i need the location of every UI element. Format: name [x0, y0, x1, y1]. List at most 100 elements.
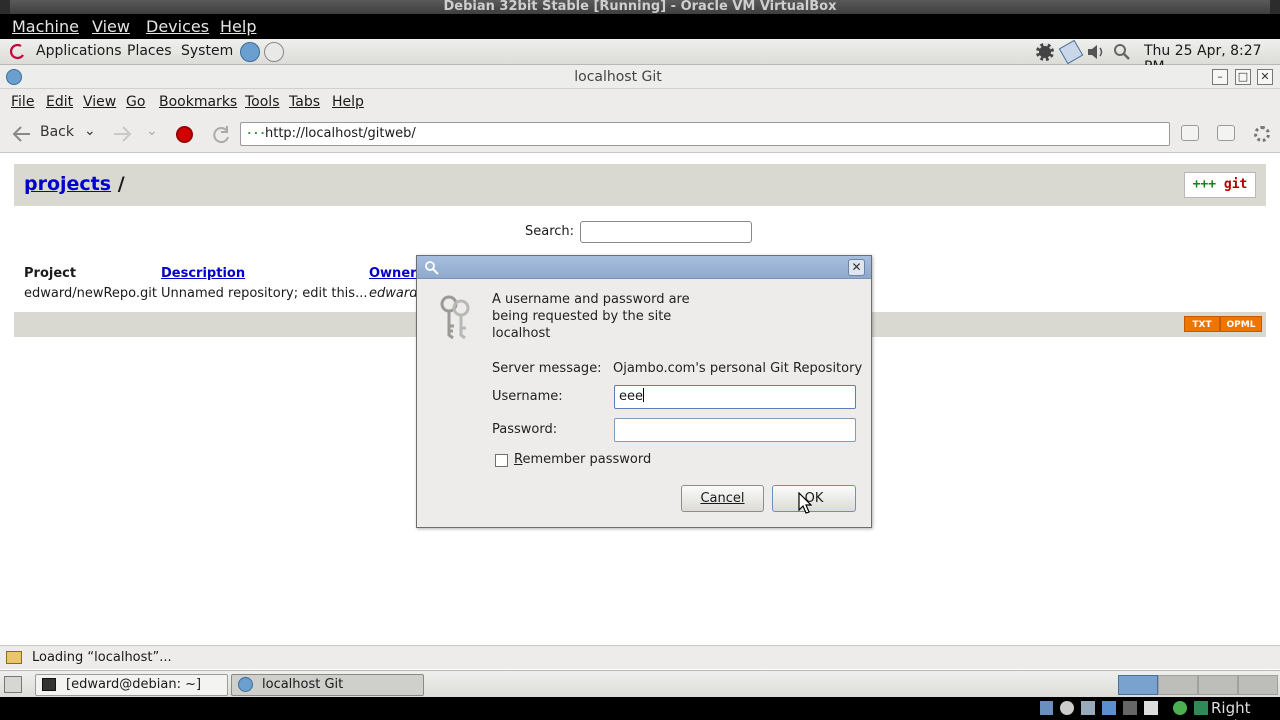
mouse-cursor-icon	[798, 492, 812, 514]
auth-dialog: ✕ A username and password are being requ…	[416, 255, 872, 528]
vbox-window-title: Debian 32bit Stable [Running] - Oracle V…	[0, 0, 1280, 14]
virtualization-icon[interactable]	[1173, 701, 1187, 715]
optical-drive-icon[interactable]	[1060, 701, 1074, 715]
project-description-cell[interactable]: Unnamed repository; edit this...	[161, 286, 367, 301]
browser-menubar: File Edit View Go Bookmarks Tools Tabs H…	[0, 89, 1280, 115]
project-name-cell[interactable]: edward/newRepo.git	[24, 286, 157, 301]
gitweb-header: projects / +++ git	[14, 164, 1266, 206]
username-label: Username:	[492, 389, 563, 404]
applications-menu[interactable]: Applications	[36, 43, 122, 59]
show-desktop-icon[interactable]	[4, 676, 22, 693]
task-browser[interactable]: localhost Git	[231, 674, 424, 696]
system-menu[interactable]: System	[181, 43, 233, 59]
vbox-menu-help[interactable]: Help	[220, 17, 256, 36]
debian-logo-icon	[9, 43, 24, 60]
url-input[interactable]: ··· http://localhost/gitweb/	[240, 122, 1170, 146]
places-menu[interactable]: Places	[127, 43, 172, 59]
task-terminal-label: [edward@debian: ~]	[66, 677, 202, 692]
column-header-owner[interactable]: Owner	[369, 266, 417, 281]
git-logo[interactable]: +++ git	[1184, 172, 1256, 198]
bookmark-page-icon[interactable]	[1181, 125, 1199, 141]
minimize-icon[interactable]: –	[1212, 69, 1228, 85]
forward-arrow-icon[interactable]	[112, 125, 132, 143]
dialog-close-icon[interactable]: ✕	[848, 259, 865, 276]
task-browser-label: localhost Git	[262, 677, 344, 692]
shared-folders-icon[interactable]	[1123, 701, 1137, 715]
ok-button[interactable]: OK	[772, 485, 856, 512]
vbox-menu-devices[interactable]: Devices	[146, 17, 209, 36]
volume-icon[interactable]	[1086, 43, 1106, 61]
mouse-integration-icon[interactable]	[1194, 701, 1208, 715]
git-logo-text: git	[1223, 177, 1248, 192]
task-terminal[interactable]: [edward@debian: ~]	[35, 674, 228, 696]
menu-bookmarks[interactable]: Bookmarks	[159, 94, 237, 110]
usb-icon[interactable]	[1081, 701, 1095, 715]
opml-feed-button[interactable]: OPML	[1220, 316, 1262, 332]
password-field[interactable]	[614, 418, 856, 442]
network-adapter-icon[interactable]	[1102, 701, 1116, 715]
video-capture-icon[interactable]	[1144, 701, 1158, 715]
dialog-titlebar: ✕	[417, 256, 871, 279]
menu-tabs[interactable]: Tabs	[289, 94, 320, 110]
back-button[interactable]: Back ⌄	[10, 123, 102, 145]
browser-task-icon	[238, 677, 253, 692]
browser-window-title: localhost Git	[574, 69, 662, 85]
menu-file[interactable]: File	[11, 94, 34, 110]
remember-password-checkbox[interactable]	[495, 454, 508, 467]
column-header-description[interactable]: Description	[161, 266, 245, 281]
column-header-project: Project	[24, 266, 77, 281]
menu-edit[interactable]: Edit	[46, 94, 73, 110]
search-label: Search:	[525, 224, 575, 239]
back-arrow-icon	[12, 126, 30, 142]
search-icon[interactable]	[1113, 43, 1131, 61]
keys-icon	[440, 295, 470, 340]
security-lock-icon[interactable]	[6, 651, 22, 664]
network-icon[interactable]	[1058, 39, 1084, 65]
remember-password-label[interactable]: Remember password	[514, 452, 651, 467]
maximize-icon[interactable]: □	[1235, 69, 1251, 85]
menu-help[interactable]: Help	[332, 94, 364, 110]
dialog-search-icon	[425, 261, 439, 275]
txt-feed-button[interactable]: TXT	[1184, 316, 1220, 332]
dialog-message-line-1: A username and password are	[492, 292, 690, 307]
dialog-message-line-3: localhost	[492, 326, 551, 341]
workspace-1[interactable]	[1118, 675, 1158, 695]
server-message-label: Server message:	[492, 361, 602, 376]
search-input[interactable]	[580, 221, 752, 243]
status-text: Loading “localhost”...	[32, 650, 172, 665]
navigation-toolbar: Back ⌄ ⌄ ··· http://localhost/gitweb/	[0, 115, 1280, 153]
gnome-bottom-panel: [edward@debian: ~] localhost Git	[0, 670, 1280, 697]
site-favicon-icon: ···	[246, 127, 266, 140]
close-icon[interactable]: ✕	[1257, 69, 1273, 85]
new-tab-icon[interactable]	[1217, 125, 1235, 141]
projects-link[interactable]: projects	[24, 173, 111, 195]
mail-launcher-icon[interactable]	[264, 42, 284, 62]
vbox-statusbar: Right Ctrl	[0, 697, 1280, 720]
vbox-title-corner-right	[1270, 0, 1280, 14]
menu-tools[interactable]: Tools	[245, 94, 280, 110]
workspace-switcher[interactable]	[1118, 675, 1278, 695]
web-browser-launcher-icon[interactable]	[240, 42, 260, 62]
loading-throbber-icon	[1254, 126, 1270, 142]
git-logo-mark-icon: +++	[1192, 177, 1217, 192]
vbox-menu-machine[interactable]: Machine	[12, 17, 79, 36]
cancel-button[interactable]: Cancel	[681, 485, 764, 512]
workspace-2[interactable]	[1158, 675, 1198, 695]
browser-titlebar: localhost Git – □ ✕	[0, 65, 1280, 89]
vbox-title-corner-left	[0, 0, 10, 14]
stop-icon[interactable]	[176, 126, 193, 143]
project-owner-cell: edward	[369, 286, 418, 301]
gnome-top-panel: Applications Places System Thu 25 Apr, 8…	[0, 39, 1280, 75]
forward-history-chevron-icon[interactable]: ⌄	[146, 123, 158, 139]
username-field[interactable]: eee	[614, 385, 856, 409]
workspace-3[interactable]	[1198, 675, 1238, 695]
back-history-chevron-icon[interactable]: ⌄	[84, 123, 96, 139]
menu-go[interactable]: Go	[126, 94, 145, 110]
hdd-icon[interactable]	[1040, 701, 1053, 715]
reload-icon[interactable]	[210, 124, 232, 146]
settings-gear-icon[interactable]	[1036, 43, 1054, 61]
vbox-menu-view[interactable]: View	[92, 17, 130, 36]
workspace-4[interactable]	[1238, 675, 1278, 695]
menu-view[interactable]: View	[83, 94, 116, 110]
breadcrumb: projects /	[24, 173, 125, 195]
